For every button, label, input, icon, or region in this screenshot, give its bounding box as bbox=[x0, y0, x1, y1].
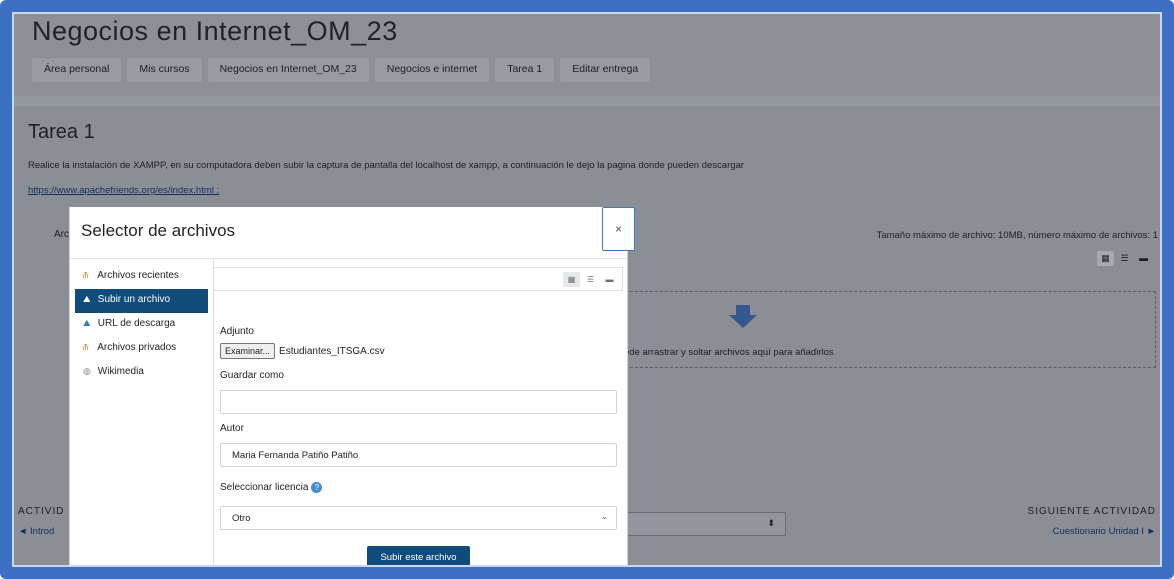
breadcrumb-item-edit-submission: Editar entrega bbox=[560, 58, 651, 82]
chevron-down-icon: ⌄ bbox=[601, 512, 608, 521]
breadcrumb-item-mis-cursos[interactable]: Mis cursos bbox=[127, 58, 202, 82]
sidebar-item-label: Archivos privados bbox=[97, 342, 177, 353]
list-view-icon[interactable]: ☰ bbox=[1116, 251, 1133, 266]
file-picker-modal: Selector de archivos × ⫚ Archivos recien… bbox=[69, 207, 635, 565]
license-label-row: Seleccionar licencia? bbox=[220, 482, 323, 494]
wikimedia-icon: ◍ bbox=[83, 366, 91, 376]
view-toolbar: ▦ ☰ ▬ bbox=[214, 267, 623, 291]
select-chevron-icon: ⬍ bbox=[767, 518, 775, 528]
file-input: Examinar... Estudiantes_ITSGA.csv bbox=[220, 343, 385, 359]
folder-view-icon[interactable]: ▬ bbox=[1135, 251, 1152, 266]
background-view-toggle: ▦ ☰ ▬ bbox=[1097, 251, 1152, 266]
download-link[interactable]: https://www.apachefriends.org/es/index.h… bbox=[28, 185, 219, 196]
help-icon[interactable]: ? bbox=[311, 482, 323, 493]
assignment-title: Tarea 1 bbox=[28, 121, 95, 143]
recent-files-icon: ⫚ bbox=[83, 270, 89, 280]
previous-activity-link[interactable]: ◄ Introd bbox=[18, 526, 54, 537]
sidebar-item-recent-files[interactable]: ⫚ Archivos recientes bbox=[75, 265, 208, 289]
selected-file-name: Estudiantes_ITSGA.csv bbox=[279, 345, 385, 357]
close-button[interactable]: × bbox=[602, 207, 635, 251]
grid-view-icon[interactable]: ▦ bbox=[563, 272, 580, 287]
next-activity-title: SIGUIENTE ACTIVIDAD bbox=[1027, 506, 1156, 517]
sidebar-item-url-download[interactable]: ⛰ URL de descarga bbox=[75, 313, 208, 337]
breadcrumb-item-course[interactable]: Negocios en Internet_OM_23 bbox=[207, 58, 369, 82]
sidebar-item-label: Subir un archivo bbox=[97, 294, 171, 305]
sidebar-item-label: Archivos recientes bbox=[97, 270, 179, 281]
previous-activity-title: ACTIVID bbox=[18, 506, 65, 517]
folder-view-icon[interactable]: ▬ bbox=[601, 272, 618, 287]
sidebar-item-label: Wikimedia bbox=[97, 366, 144, 377]
repository-sidebar: ⫚ Archivos recientes ⛰ Subir un archivo … bbox=[75, 259, 213, 565]
next-activity-link[interactable]: Cuestionario Unidad I ► bbox=[1053, 526, 1156, 537]
license-selected-value: Otro bbox=[232, 513, 251, 524]
breadcrumb-item-assignment[interactable]: Tarea 1 bbox=[495, 58, 555, 82]
license-label: Seleccionar licencia bbox=[220, 482, 309, 494]
sidebar-item-private-files[interactable]: ⫚ Archivos privados bbox=[75, 337, 208, 361]
modal-title: Selector de archivos bbox=[81, 221, 236, 240]
page-header: Negocios en Internet_OM_23 Área personal… bbox=[14, 14, 1160, 96]
save-as-label: Guardar como bbox=[220, 370, 284, 381]
header-divider bbox=[14, 96, 1160, 106]
screenshot-frame: Negocios en Internet_OM_23 Área personal… bbox=[0, 0, 1174, 579]
upload-file-button[interactable]: Subir este archivo bbox=[367, 546, 470, 565]
url-download-icon: ⛰ bbox=[83, 318, 91, 328]
sidebar-item-wikimedia[interactable]: ◍ Wikimedia bbox=[75, 361, 208, 385]
save-as-input[interactable] bbox=[220, 390, 617, 414]
assignment-description: Realice la instalación de XAMPP, en su c… bbox=[28, 160, 744, 171]
breadcrumb-item-section[interactable]: Negocios e internet bbox=[374, 58, 490, 82]
breadcrumb-item-area-personal[interactable]: Área personal bbox=[32, 58, 122, 82]
activity-jump-select[interactable]: ⬍ bbox=[626, 512, 786, 536]
sidebar-item-label: URL de descarga bbox=[97, 318, 176, 329]
author-input[interactable]: Maria Fernanda Patiño Patiño bbox=[220, 443, 617, 467]
upload-form: ▦ ☰ ▬ Adjunto Examinar... Estudiantes_IT… bbox=[213, 259, 629, 565]
breadcrumb: Área personal Mis cursos Negocios en Int… bbox=[32, 58, 656, 82]
view-toggle: ▦ ☰ ▬ bbox=[563, 272, 618, 287]
dropzone-text: ede arrastrar y soltar archivos aquí par… bbox=[624, 347, 834, 358]
private-files-icon: ⫚ bbox=[83, 342, 89, 352]
grid-view-icon[interactable]: ▦ bbox=[1097, 251, 1114, 266]
attachment-label: Adjunto bbox=[220, 326, 254, 337]
modal-header: Selector de archivos × bbox=[70, 207, 635, 259]
browser-viewport: Negocios en Internet_OM_23 Área personal… bbox=[12, 12, 1162, 567]
upload-icon: ⛰ bbox=[83, 294, 91, 304]
page-title: Negocios en Internet_OM_23 bbox=[32, 16, 398, 46]
license-select[interactable]: Otro ⌄ bbox=[220, 506, 617, 530]
browse-button[interactable]: Examinar... bbox=[220, 343, 276, 359]
sidebar-item-upload[interactable]: ⛰ Subir un archivo bbox=[75, 289, 208, 313]
max-size-info: Tamaño máximo de archivo: 10MB, número m… bbox=[876, 230, 1158, 241]
list-view-icon[interactable]: ☰ bbox=[582, 272, 599, 287]
files-label: Arc bbox=[54, 229, 69, 240]
author-label: Autor bbox=[220, 423, 244, 434]
